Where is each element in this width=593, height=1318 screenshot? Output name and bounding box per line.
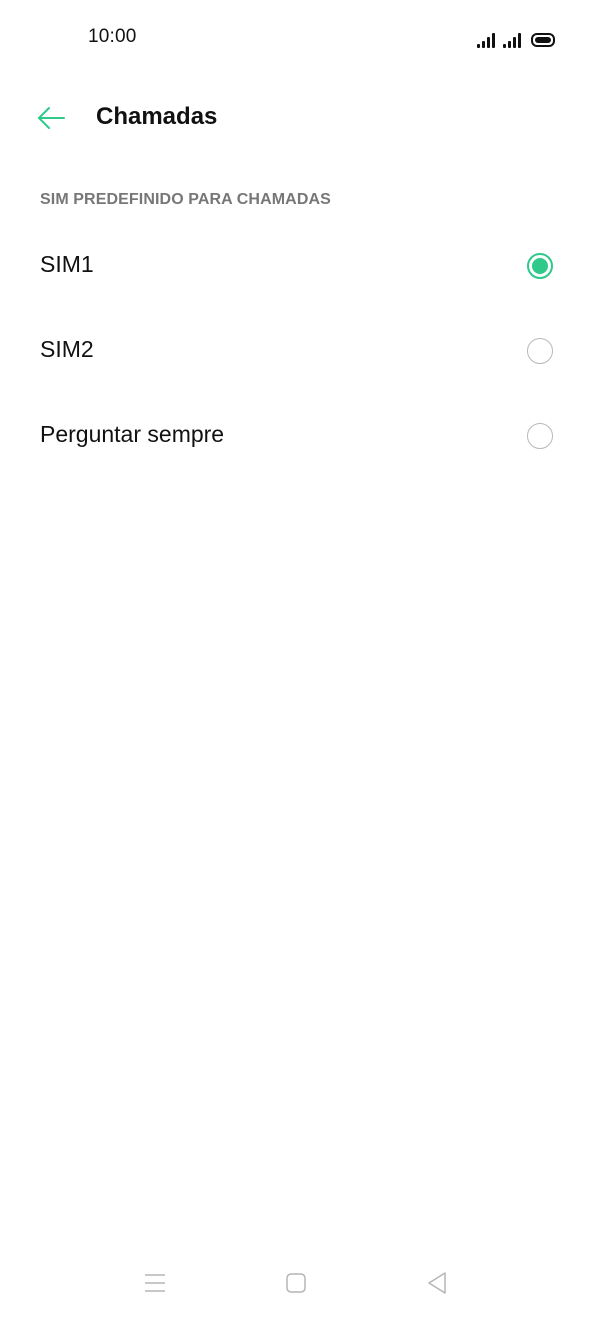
option-label: SIM1 — [40, 251, 94, 277]
option-ask-always[interactable]: Perguntar sempre — [0, 394, 593, 478]
radio-button-selected[interactable] — [527, 253, 553, 279]
section-header: SIM PREDEFINIDO PARA CHAMADAS — [40, 191, 331, 208]
option-sim1[interactable]: SIM1 — [0, 224, 593, 308]
back-button[interactable] — [28, 100, 72, 136]
option-label: SIM2 — [40, 336, 94, 362]
radio-button[interactable] — [527, 423, 553, 449]
status-bar: 10:00 — [0, 0, 593, 78]
navigation-bar — [0, 1250, 593, 1318]
menu-button[interactable] — [139, 1268, 171, 1298]
back-nav-button[interactable] — [421, 1268, 453, 1298]
app-header: Chamadas — [0, 88, 593, 148]
option-label: Perguntar sempre — [40, 421, 225, 447]
status-time: 10:00 — [88, 26, 137, 47]
menu-icon — [145, 1274, 165, 1292]
home-icon — [286, 1273, 306, 1293]
page-title: Chamadas — [96, 103, 218, 130]
arrow-left-icon — [38, 107, 65, 129]
home-button[interactable] — [280, 1268, 312, 1298]
status-icons — [477, 28, 555, 48]
option-sim2[interactable]: SIM2 — [0, 309, 593, 393]
back-triangle-icon — [428, 1272, 446, 1294]
battery-icon — [531, 33, 555, 47]
signal-sim1-icon — [477, 32, 495, 48]
radio-button[interactable] — [527, 338, 553, 364]
signal-sim2-icon — [503, 32, 521, 48]
